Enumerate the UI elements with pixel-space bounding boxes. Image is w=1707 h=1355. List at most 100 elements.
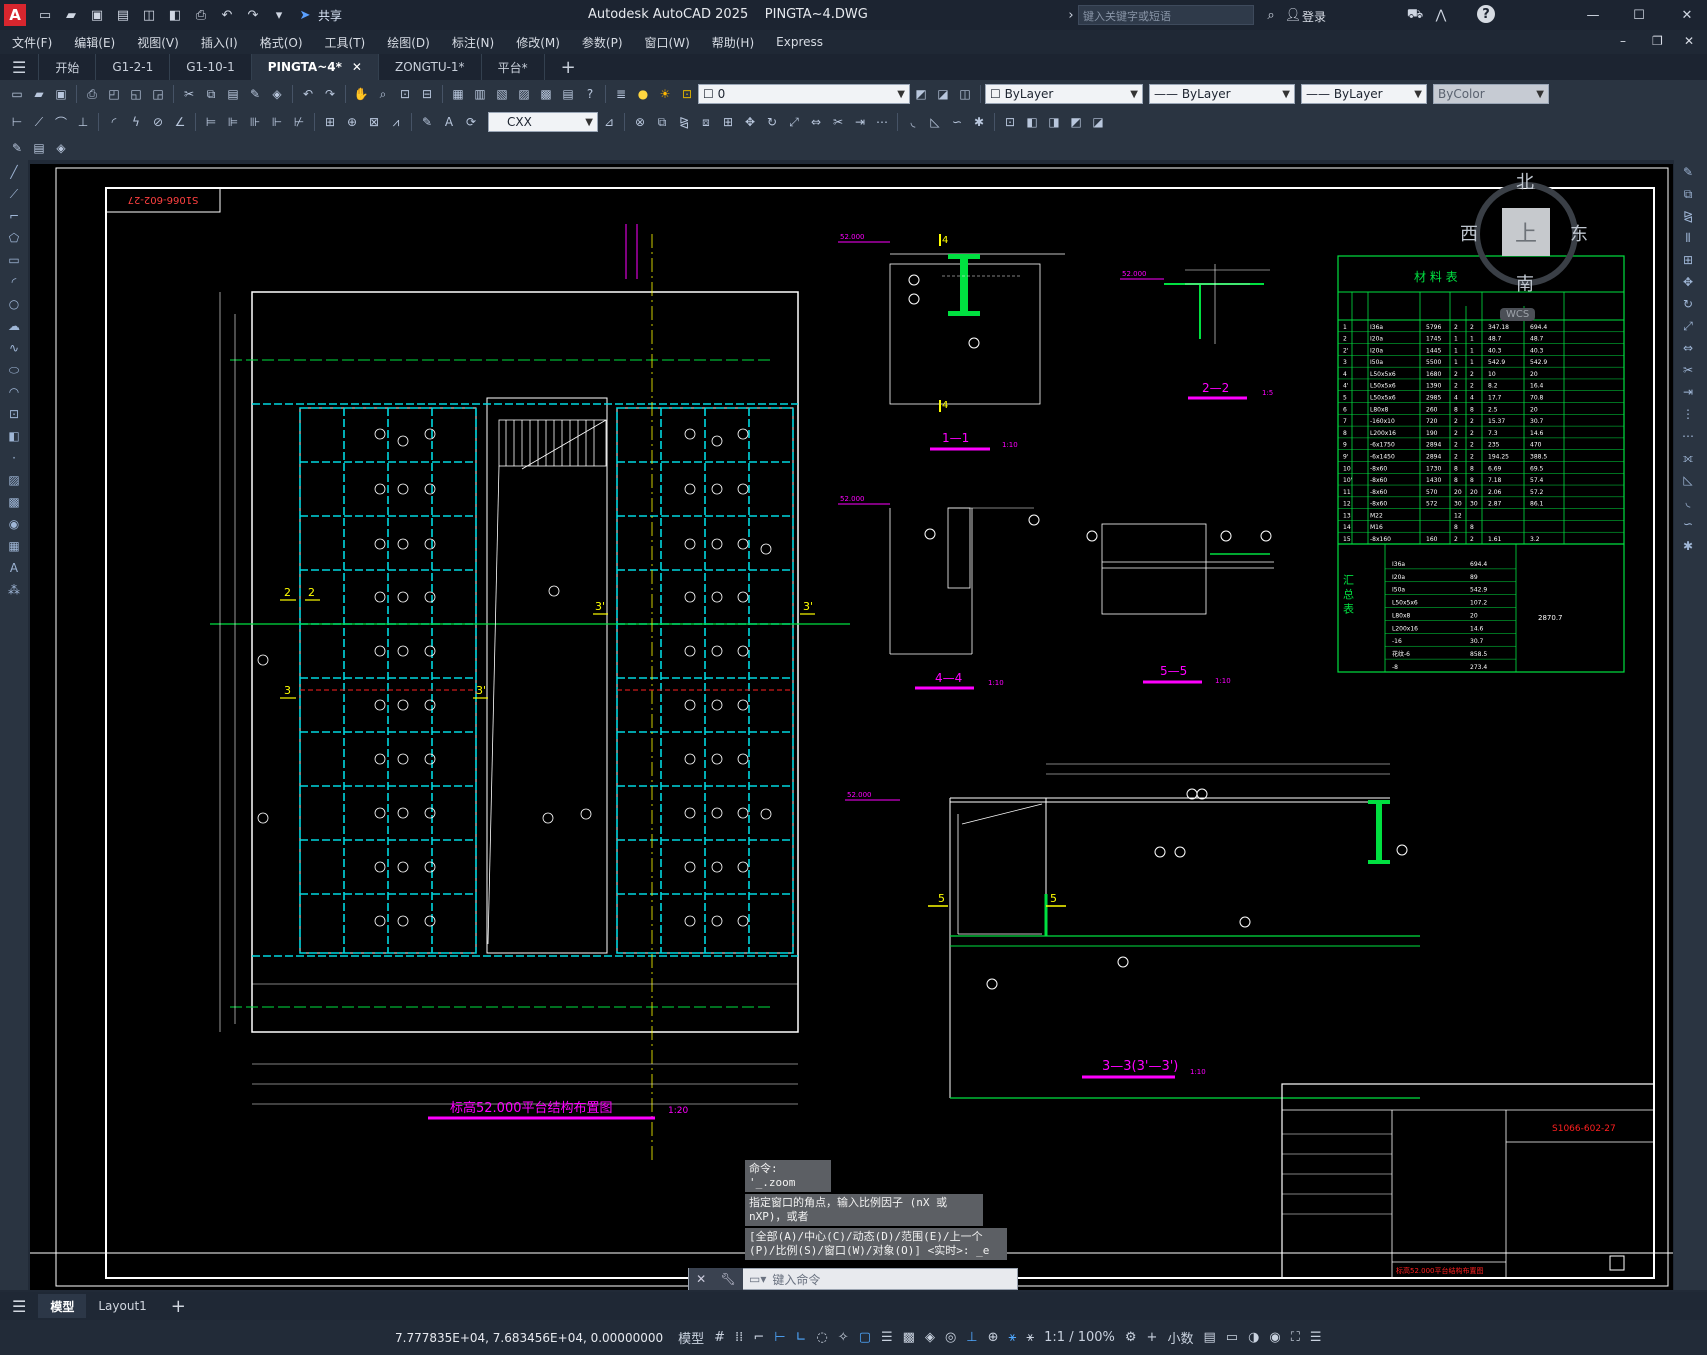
match-properties-icon[interactable]: ✎ [245,84,265,104]
close-icon[interactable]: ✕ [696,1272,706,1286]
search-input[interactable]: 键入关键字或短语 [1078,5,1254,25]
ordinate-dim-icon[interactable]: ⊥ [73,112,93,132]
polyline-icon[interactable]: ⌐ [3,206,25,226]
close-icon[interactable]: ✕ [1677,5,1697,25]
annotation-monitor-icon[interactable]: + [1147,1330,1158,1345]
save-as-icon[interactable]: ▤ [113,5,133,25]
save-icon[interactable]: ▣ [87,5,107,25]
annotation-scale[interactable]: 1:1 / 100% [1044,1330,1115,1345]
fillet-icon[interactable]: ◟ [903,112,923,132]
help-icon[interactable]: ? [580,84,600,104]
publish-icon[interactable]: ◱ [126,84,146,104]
rotate-icon[interactable]: ↻ [762,112,782,132]
copy-object-icon[interactable]: ⧉ [652,112,672,132]
region-icon[interactable]: ◉ [3,514,25,534]
image-icon[interactable]: ◪ [1088,112,1108,132]
layer-on-icon[interactable]: ● [633,84,653,104]
compass-west[interactable]: 西 [1460,220,1478,246]
stretch-icon[interactable]: ⇔ [806,112,826,132]
ucs-icon[interactable]: ⊥ [966,1330,977,1345]
snap-icon[interactable]: ⁞⁞ [735,1330,743,1345]
zoom-previous-icon[interactable]: ⊟ [417,84,437,104]
redo-icon[interactable]: ↷ [243,5,263,25]
print-icon[interactable]: ⎙ [82,84,102,104]
text-icon[interactable]: A [3,558,25,578]
gizmo-icon[interactable]: ⊕ [988,1330,999,1345]
line-icon[interactable]: ╱ [3,162,25,182]
construction-line-icon[interactable]: ⟋ [3,184,25,204]
layer-properties-icon[interactable]: ≣ [611,84,631,104]
tool-palettes-icon[interactable]: ▧ [492,84,512,104]
tab-g1-2-1[interactable]: G1-2-1 [96,54,171,80]
user-icon[interactable]: 👤︎ [1283,5,1303,25]
annotation-visibility-icon[interactable]: ⚹ [1009,1330,1017,1345]
revision-cloud-icon[interactable]: ☁ [3,316,25,336]
new-tab-plus-icon[interactable]: + [545,54,592,80]
rectangle-icon[interactable]: ▭ [3,250,25,270]
copy-icon[interactable]: ⧉ [201,84,221,104]
units-dropdown[interactable]: 小数 [1167,1328,1193,1347]
cut-icon[interactable]: ✂ [179,84,199,104]
stretch-icon[interactable]: ⇔ [1677,338,1699,358]
doc-restore-icon[interactable]: ❐ [1652,34,1663,48]
chamfer-icon[interactable]: ◺ [1677,470,1699,490]
viewcube[interactable]: 上 北 南 西 东 WCS [1440,168,1610,321]
lineweight-dropdown[interactable]: —— ByLayer ▼ [1301,84,1427,104]
menu-file[interactable]: 文件(F) [12,34,52,51]
sheet-set-icon[interactable]: ▨ [514,84,534,104]
tab-start[interactable]: 开始 [39,54,97,80]
explode-icon[interactable]: ✱ [1677,536,1699,556]
menu-tools[interactable]: 工具(T) [325,34,366,51]
preview-icon[interactable]: ◰ [104,84,124,104]
layer-lock-icon[interactable]: ⊡ [677,84,697,104]
calculator-icon[interactable]: ▤ [558,84,578,104]
dim-space-icon[interactable]: ⊩ [267,112,287,132]
ellipse-icon[interactable]: ⬭ [3,360,25,380]
jogged-dim-icon[interactable]: ϟ [126,112,146,132]
isometric-icon[interactable]: ✧ [838,1330,849,1345]
angular-dim-icon[interactable]: ∠ [170,112,190,132]
command-input[interactable]: 键入命令 [772,1271,820,1288]
blend-icon[interactable]: ∽ [1677,514,1699,534]
linetype-dropdown[interactable]: —— ByLayer ▼ [1149,84,1295,104]
trim-icon[interactable]: ✂ [1677,360,1699,380]
ellipse-arc-icon[interactable]: ◠ [3,382,25,402]
pan-icon[interactable]: ✋ [351,84,371,104]
hardware-accel-icon[interactable]: ◉ [1269,1330,1280,1345]
cart-icon[interactable]: ⛟ [1405,5,1425,25]
auto-scale-icon[interactable]: ⚹ [1026,1330,1034,1345]
customize-icon[interactable]: ☰ [1310,1330,1322,1345]
break-icon[interactable]: ⋯ [1677,426,1699,446]
scale-icon[interactable]: ⤢ [1677,316,1699,336]
menu-express[interactable]: Express [776,35,823,49]
rotate-icon[interactable]: ↻ [1677,294,1699,314]
zoom-window-icon[interactable]: ⊡ [395,84,415,104]
customize-dropdown-icon[interactable]: ▾ [269,5,289,25]
dimstyle-manager-icon[interactable]: ⊿ [599,112,619,132]
menu-draw[interactable]: 绘图(D) [387,34,430,51]
menu-help[interactable]: 帮助(H) [712,34,754,51]
dim-edit-icon[interactable]: ✎ [417,112,437,132]
login-button[interactable]: 登录 [1302,8,1326,25]
3d-print-icon[interactable]: ◲ [148,84,168,104]
command-line[interactable]: ✕ 🔧︎ ▭▾ 键入命令 [688,1268,1018,1290]
menu-view[interactable]: 视图(V) [137,34,179,51]
menu-insert[interactable]: 插入(I) [201,34,238,51]
doc-minimize-icon[interactable]: – [1620,34,1626,48]
array-icon[interactable]: ⊞ [1677,250,1699,270]
layer-state-icon[interactable]: ◫ [955,84,975,104]
extend-icon[interactable]: ⇥ [1677,382,1699,402]
dim-text-edit-icon[interactable]: A [439,112,459,132]
add-selected-icon[interactable]: ⁂ [3,580,25,600]
redo-icon[interactable]: ↷ [320,84,340,104]
menu-modify[interactable]: 修改(M) [516,34,560,51]
center-mark-icon[interactable]: ⊕ [342,112,362,132]
design-center-icon[interactable]: ▥ [470,84,490,104]
maximize-icon[interactable]: ☐ [1629,5,1649,25]
dim-break-icon[interactable]: ⊬ [289,112,309,132]
menu-window[interactable]: 窗口(W) [645,34,690,51]
tab-close-icon[interactable]: ✕ [352,60,362,74]
open-web-icon[interactable]: ◫ [139,5,159,25]
compass-north[interactable]: 北 [1516,168,1534,194]
quick-properties-icon[interactable]: ▤ [1203,1330,1215,1345]
